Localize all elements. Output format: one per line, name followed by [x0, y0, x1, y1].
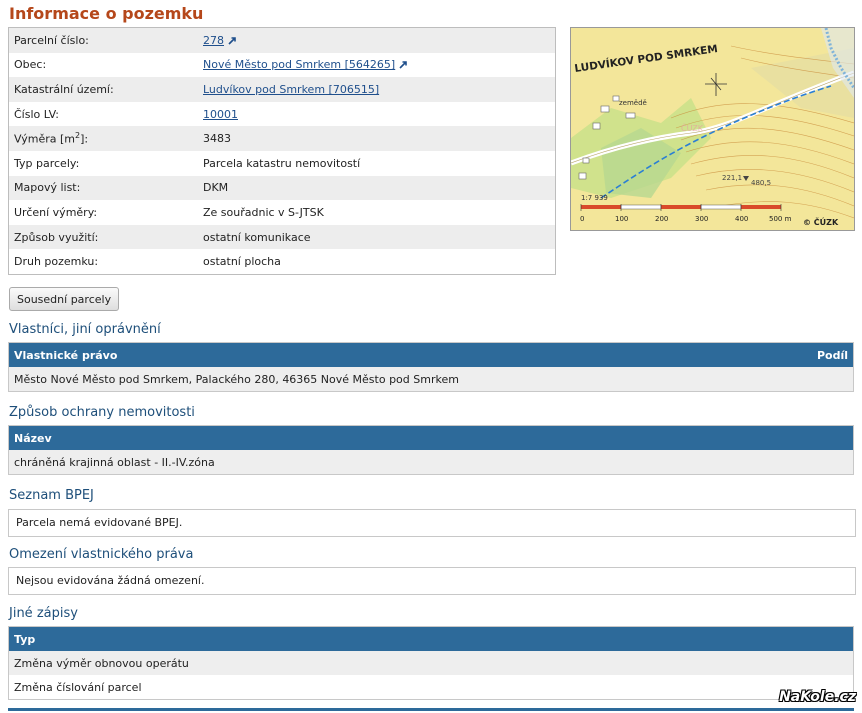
table-row: Změna číslování parcel	[8, 675, 854, 700]
map-scale-ratio: 1:7 939	[581, 194, 608, 202]
info-label: Druh pozemku:	[8, 249, 198, 275]
info-value: ostatní komunikace	[198, 224, 556, 250]
column-header-share: Podíl	[627, 342, 854, 367]
table-header-row: Vlastnické právo Podíl	[8, 342, 854, 367]
parcel-number-link[interactable]: 278	[203, 34, 224, 47]
info-value: 278	[198, 27, 556, 53]
info-label: Výměra [m2]:	[8, 126, 198, 151]
info-row: Způsob využití: ostatní komunikace	[8, 224, 556, 250]
restrictions-section-title: Omezení vlastnického práva	[9, 547, 194, 562]
info-label: Mapový list:	[8, 175, 198, 201]
parcel-map[interactable]: LUDVÍKOV POD SMRKEM zemědě ČÚZK 221,1 48…	[570, 27, 855, 231]
map-ghost-label: ČÚZK	[681, 122, 704, 133]
info-label: Určení výměry:	[8, 200, 198, 225]
bpej-section-title: Seznam BPEJ	[9, 488, 94, 503]
info-row: Typ parcely: Parcela katastru nemovitost…	[8, 150, 556, 176]
info-label: Číslo LV:	[8, 101, 198, 127]
protection-table: Název chráněná krajinná oblast - II.-IV.…	[8, 425, 854, 475]
protection-section-title: Způsob ochrany nemovitosti	[9, 405, 195, 420]
map-scale-tick: 300	[695, 215, 708, 223]
info-value: Parcela katastru nemovitostí	[198, 150, 556, 176]
bottom-divider	[8, 708, 854, 711]
info-label: Parcelní číslo:	[8, 27, 198, 53]
map-scale-tick: 100	[615, 215, 628, 223]
neighbor-parcels-button[interactable]: Sousední parcely	[9, 287, 120, 311]
info-value: DKM	[198, 175, 556, 201]
record-cell: Změna číslování parcel	[8, 675, 854, 700]
bpej-message: Parcela nemá evidované BPEJ.	[8, 509, 856, 537]
info-row: Katastrální území: Ludvíkov pod Smrkem […	[8, 77, 556, 102]
restrictions-message: Nejsou evidována žádná omezení.	[8, 567, 856, 595]
info-row: Číslo LV: 10001	[8, 101, 556, 127]
map-copyright: © ČÚZK	[803, 216, 839, 227]
owner-cell: Město Nové Město pod Smrkem, Palackého 2…	[8, 367, 854, 392]
map-area-label: zemědě	[619, 99, 647, 107]
map-spot-height: 480,5	[751, 179, 771, 187]
external-link-icon[interactable]	[227, 36, 237, 45]
parcel-info-table: Parcelní číslo: 278 Obec: Nové Město pod…	[8, 27, 556, 275]
watermark-logo: NaKole.cz	[779, 689, 856, 705]
map-scale-tick: 500 m	[769, 215, 792, 223]
owners-section-title: Vlastníci, jiní oprávnění	[9, 322, 161, 337]
info-row: Obec: Nové Město pod Smrkem [564265]	[8, 52, 556, 78]
page-title: Informace o pozemku	[9, 4, 204, 23]
map-scale-tick: 0	[580, 215, 584, 223]
info-value: 10001	[198, 101, 556, 127]
ownership-sheet-link[interactable]: 10001	[203, 108, 238, 121]
table-row: Změna výměr obnovou operátu	[8, 651, 854, 675]
info-row: Mapový list: DKM	[8, 175, 556, 201]
external-link-icon[interactable]	[399, 60, 408, 69]
protection-cell: chráněná krajinná oblast - II.-IV.zóna	[8, 450, 854, 475]
other-records-section-title: Jiné zápisy	[9, 606, 78, 621]
info-value: Nové Město pod Smrkem [564265]	[198, 52, 556, 78]
municipality-link[interactable]: Nové Město pod Smrkem [564265]	[203, 58, 395, 71]
cadastral-area-link[interactable]: Ludvíkov pod Smrkem [706515]	[203, 83, 379, 96]
info-row: Parcelní číslo: 278	[8, 27, 556, 53]
info-value: Ze souřadnic v S-JTSK	[198, 200, 556, 225]
info-label: Způsob využití:	[8, 224, 198, 250]
map-spot-height: 221,1	[722, 174, 742, 182]
table-row: chráněná krajinná oblast - II.-IV.zóna	[8, 450, 854, 475]
record-cell: Změna výměr obnovou operátu	[8, 651, 854, 675]
column-header-type: Typ	[8, 626, 854, 651]
table-header-row: Název	[8, 425, 854, 450]
info-value: 3483	[198, 126, 556, 151]
owners-table: Vlastnické právo Podíl Město Nové Město …	[8, 342, 854, 392]
info-row: Výměra [m2]: 3483	[8, 126, 556, 151]
map-graphic: LUDVÍKOV POD SMRKEM zemědě ČÚZK 221,1 48…	[571, 28, 854, 230]
info-row: Určení výměry: Ze souřadnic v S-JTSK	[8, 200, 556, 225]
map-scale-tick: 200	[655, 215, 668, 223]
info-label: Obec:	[8, 52, 198, 78]
area-label-text: Výměra [m	[14, 133, 75, 146]
column-header-ownership: Vlastnické právo	[8, 342, 628, 367]
other-records-table: Typ Změna výměr obnovou operátu Změna čí…	[8, 626, 854, 700]
table-header-row: Typ	[8, 626, 854, 651]
info-value: Ludvíkov pod Smrkem [706515]	[198, 77, 556, 102]
map-scale-tick: 400	[735, 215, 748, 223]
area-label-suffix: ]:	[80, 133, 89, 146]
column-header-name: Název	[8, 425, 854, 450]
info-value: ostatní plocha	[198, 249, 556, 275]
info-row: Druh pozemku: ostatní plocha	[8, 249, 556, 275]
info-label: Katastrální území:	[8, 77, 198, 102]
info-label: Typ parcely:	[8, 150, 198, 176]
table-row: Město Nové Město pod Smrkem, Palackého 2…	[8, 367, 854, 392]
